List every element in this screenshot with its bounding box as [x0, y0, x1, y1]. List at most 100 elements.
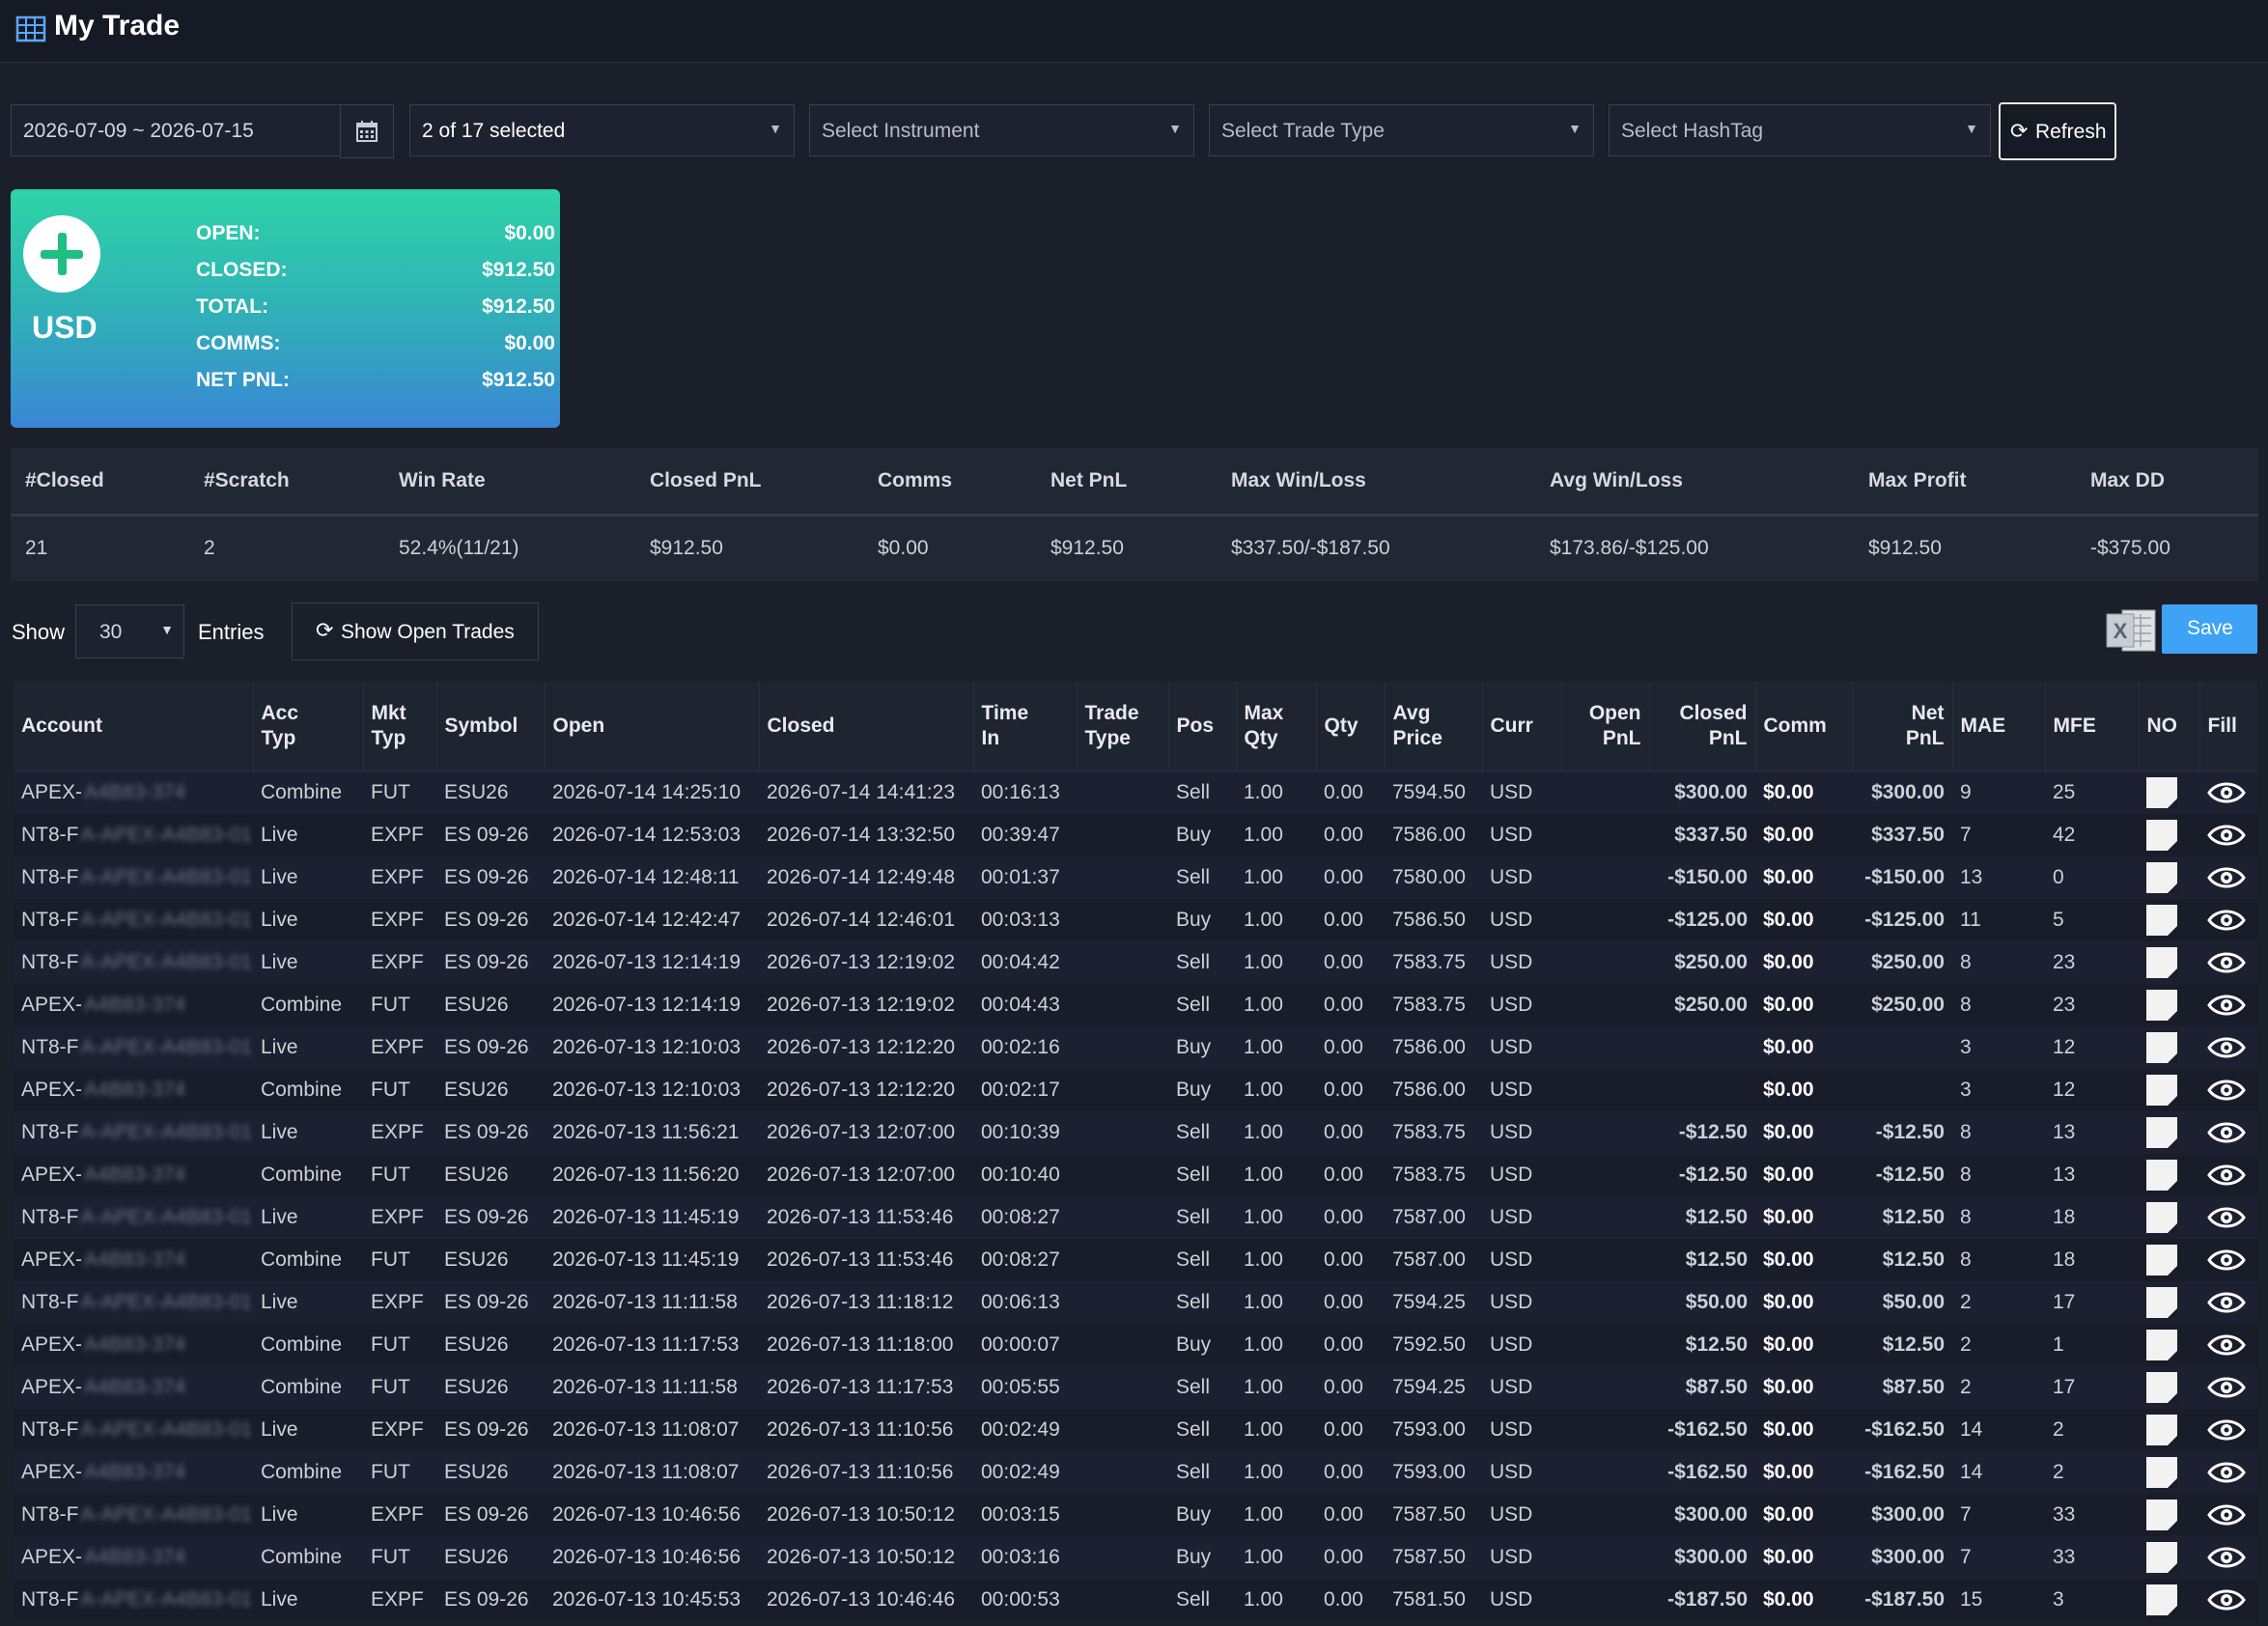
note-icon[interactable] [2146, 1584, 2177, 1615]
cell-mfe: 17 [2045, 1366, 2139, 1409]
column-header-trade-type[interactable]: Trade Type [1077, 682, 1169, 771]
cell-fill[interactable] [2199, 1239, 2257, 1281]
column-header-closed-pnl[interactable]: Closed PnL [1649, 682, 1756, 771]
column-header-avg-price[interactable]: Avg Price [1385, 682, 1483, 771]
cell-fill[interactable] [2199, 1026, 2257, 1069]
cell-fill[interactable] [2199, 1366, 2257, 1409]
cell-fill[interactable] [2199, 856, 2257, 899]
cell-mfe: 17 [2045, 1281, 2139, 1324]
column-header-open-pnl[interactable]: Open PnL [1561, 682, 1650, 771]
note-icon[interactable] [2146, 1330, 2177, 1360]
hashtag-select[interactable]: Select HashTag ▼ [1609, 104, 1991, 156]
cell-fill[interactable] [2199, 1494, 2257, 1536]
column-header-mfe[interactable]: MFE [2045, 682, 2140, 771]
table-row[interactable]: APEX-A4B83-374 Combine FUT ESU26 2026-07-13 … [14, 1154, 2257, 1196]
note-icon[interactable] [2146, 1245, 2177, 1276]
show-open-trades-button[interactable]: ⟳ Show Open Trades [292, 603, 539, 660]
note-icon[interactable] [2146, 1202, 2177, 1233]
column-header-fill[interactable]: Fill [2199, 682, 2257, 771]
cell-max-qty: 1.00 [1236, 1069, 1316, 1111]
column-header-no[interactable]: NO [2139, 682, 2200, 771]
table-row[interactable]: NT8-FA-APEX-A4B83-01 Live EXPF ES 09-26 2026… [14, 1579, 2257, 1621]
table-row[interactable]: APEX-A4B83-374 Combine FUT ESU26 2026-07-13 … [14, 1239, 2257, 1281]
note-icon[interactable] [2146, 1372, 2177, 1403]
refresh-button[interactable]: ⟳ Refresh [1999, 102, 2116, 160]
note-icon[interactable] [2146, 1160, 2177, 1191]
note-icon[interactable] [2146, 947, 2177, 978]
table-row[interactable]: NT8-FA-APEX-A4B83-01 Live EXPF ES 09-26 2026… [14, 899, 2257, 941]
cell-fill[interactable] [2199, 1281, 2257, 1324]
table-row[interactable]: NT8-FA-APEX-A4B83-01 Live EXPF ES 09-26 2026… [14, 941, 2257, 984]
table-row[interactable]: NT8-FA-APEX-A4B83-01 Live EXPF ES 09-26 2026… [14, 856, 2257, 899]
table-row[interactable]: NT8-FA-APEX-A4B83-01 Live EXPF ES 09-26 2026… [14, 1409, 2257, 1451]
column-header-net-pnl[interactable]: Net PnL [1852, 682, 1953, 771]
cell-fill[interactable] [2199, 771, 2257, 814]
column-header-pos[interactable]: Pos [1168, 682, 1237, 771]
cell-fill[interactable] [2199, 941, 2257, 984]
cell-fill[interactable] [2199, 1154, 2257, 1196]
table-row[interactable]: NT8-FA-APEX-A4B83-01 Live EXPF ES 09-26 2026… [14, 1494, 2257, 1536]
column-header-curr[interactable]: Curr [1482, 682, 1562, 771]
column-header-account[interactable]: Account [14, 682, 254, 771]
table-row[interactable]: APEX-A4B83-374 Combine FUT ESU26 2026-07-13 … [14, 984, 2257, 1026]
note-icon[interactable] [2146, 1075, 2177, 1106]
cell-note [2139, 984, 2199, 1026]
account-select[interactable]: 2 of 17 selected ▼ [409, 104, 795, 156]
table-row[interactable]: APEX-A4B83-374 Combine FUT ESU26 2026-07-13 … [14, 1366, 2257, 1409]
table-row[interactable]: NT8-FA-APEX-A4B83-01 Live EXPF ES 09-26 2026… [14, 814, 2257, 856]
column-header-closed[interactable]: Closed [759, 682, 974, 771]
note-icon[interactable] [2146, 1287, 2177, 1318]
column-header-mae[interactable]: MAE [1952, 682, 2046, 771]
cell-fill[interactable] [2199, 1451, 2257, 1494]
cell-fill[interactable] [2199, 984, 2257, 1026]
table-row[interactable]: APEX-A4B83-374 Combine FUT ESU26 2026-07-13 … [14, 1451, 2257, 1494]
note-icon[interactable] [2146, 1542, 2177, 1573]
column-header-symbol[interactable]: Symbol [436, 682, 546, 771]
trade-type-select[interactable]: Select Trade Type ▼ [1209, 104, 1594, 156]
calendar-button[interactable] [340, 104, 394, 158]
column-header-acc-typ[interactable]: Acc Typ [253, 682, 364, 771]
table-row[interactable]: NT8-FA-APEX-A4B83-01 Live EXPF ES 09-26 2026… [14, 1281, 2257, 1324]
table-row[interactable]: NT8-FA-APEX-A4B83-01 Live EXPF ES 09-26 2026… [14, 1196, 2257, 1239]
note-icon[interactable] [2146, 905, 2177, 936]
column-header-open[interactable]: Open [545, 682, 760, 771]
cell-fill[interactable] [2199, 1196, 2257, 1239]
table-row[interactable]: APEX-A4B83-374 Combine FUT ESU26 2026-07-13 … [14, 1536, 2257, 1579]
plus-icon[interactable] [23, 215, 100, 293]
note-icon[interactable] [2146, 1500, 2177, 1530]
note-icon[interactable] [2146, 820, 2177, 851]
excel-export-icon[interactable]: X [2105, 606, 2157, 655]
entries-select[interactable]: 30 ▼ [75, 604, 184, 659]
table-row[interactable]: NT8-FA-APEX-A4B83-01 Live EXPF ES 09-26 2026… [14, 1026, 2257, 1069]
cell-fill[interactable] [2199, 1409, 2257, 1451]
cell-fill[interactable] [2199, 1069, 2257, 1111]
note-icon[interactable] [2146, 862, 2177, 893]
cell-fill[interactable] [2199, 814, 2257, 856]
cell-max-qty: 1.00 [1236, 1154, 1316, 1196]
cell-fill[interactable] [2199, 1536, 2257, 1579]
note-icon[interactable] [2146, 1117, 2177, 1148]
column-header-max-qty[interactable]: Max Qty [1236, 682, 1317, 771]
cell-fill[interactable] [2199, 1579, 2257, 1621]
table-row[interactable]: APEX-A4B83-374 Combine FUT ESU26 2026-07-14 … [14, 771, 2257, 814]
table-row[interactable]: NT8-FA-APEX-A4B83-01 Live EXPF ES 09-26 2026… [14, 1111, 2257, 1154]
column-header-time-in[interactable]: Time In [973, 682, 1078, 771]
column-header-mkt-typ[interactable]: Mkt Typ [363, 682, 437, 771]
note-icon[interactable] [2146, 990, 2177, 1021]
column-header-comm[interactable]: Comm [1755, 682, 1853, 771]
note-icon[interactable] [2146, 1415, 2177, 1445]
cell-fill[interactable] [2199, 899, 2257, 941]
cell-fill[interactable] [2199, 1111, 2257, 1154]
trade-type-select-placeholder: Select Trade Type [1221, 120, 1385, 142]
trades-table-container[interactable]: Account Acc Typ Mkt Typ Symbol Open Closed… [14, 682, 2257, 1626]
table-row[interactable]: APEX-A4B83-374 Combine FUT ESU26 2026-07-13 … [14, 1324, 2257, 1366]
note-icon[interactable] [2146, 777, 2177, 808]
save-button[interactable]: Save [2162, 604, 2257, 654]
instrument-select[interactable]: Select Instrument ▼ [809, 104, 1194, 156]
cell-fill[interactable] [2199, 1324, 2257, 1366]
table-row[interactable]: APEX-A4B83-374 Combine FUT ESU26 2026-07-13 … [14, 1069, 2257, 1111]
note-icon[interactable] [2146, 1457, 2177, 1488]
column-header-qty[interactable]: Qty [1316, 682, 1386, 771]
date-range-input[interactable]: 2026-07-09 ~ 2026-07-15 [11, 104, 341, 156]
note-icon[interactable] [2146, 1032, 2177, 1063]
